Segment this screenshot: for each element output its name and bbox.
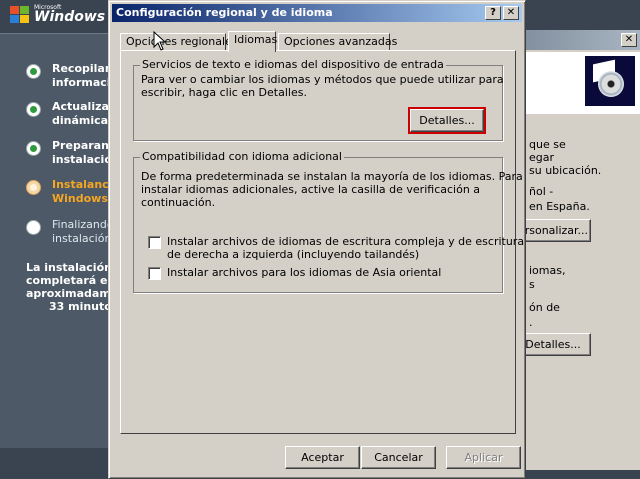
back-text: . [529, 316, 533, 329]
checkbox-box[interactable] [148, 267, 161, 280]
help-icon[interactable]: ? [485, 6, 501, 20]
tab-advanced-options[interactable]: Opciones avanzadas [278, 33, 397, 51]
back-text: su ubicación. [529, 164, 602, 177]
step-active-icon [26, 180, 41, 195]
back-text: iomas, [529, 264, 566, 277]
group-description: Para ver o cambiar los idiomas y métodos… [141, 73, 504, 99]
close-icon[interactable]: ✕ [621, 33, 637, 47]
regional-language-dialog: Configuración regional y de idioma ? ✕ O… [108, 0, 526, 479]
east-asian-checkbox[interactable]: Instalar archivos para los idiomas de As… [148, 266, 441, 280]
back-text: ón de [529, 301, 560, 314]
back-text: en España. [529, 200, 590, 213]
back-details-button[interactable]: Detalles... [515, 333, 591, 356]
group-title: Compatibilidad con idioma adicional [140, 150, 344, 163]
back-dialog-titlebar: ✕ [509, 30, 640, 50]
logo-windows: Windows [34, 9, 106, 25]
back-text: s [529, 278, 535, 291]
step-label: Actualizac dinámica [52, 100, 112, 127]
tab-languages[interactable]: Idiomas [228, 31, 277, 52]
tab-regional-options[interactable]: Opciones regionales [120, 33, 238, 51]
back-dialog: ✕ que se egar su ubicación. ñol - en Esp… [508, 30, 640, 470]
step-label: Instalanc Windows [52, 178, 109, 205]
step-pending-icon [26, 220, 41, 235]
checkbox-box[interactable] [148, 236, 161, 249]
step-done-icon [26, 141, 41, 156]
ok-button[interactable]: Aceptar [285, 446, 360, 469]
languages-panel: Servicios de texto e idiomas del disposi… [120, 50, 524, 434]
back-text: egar [529, 151, 555, 164]
checkbox-label[interactable]: Instalar archivos para los idiomas de As… [167, 266, 441, 279]
apply-button[interactable]: Aplicar [446, 446, 521, 469]
additional-language-group: Compatibilidad con idioma adicional De f… [133, 150, 524, 293]
mouse-pointer-icon [153, 31, 167, 51]
step-done-icon [26, 64, 41, 79]
group-description: De forma predeterminada se instalan la m… [141, 170, 523, 209]
back-text: ñol - [529, 185, 554, 198]
personalize-button[interactable]: ersonalizar... [515, 219, 591, 242]
setup-cd-icon [585, 56, 635, 106]
cancel-button[interactable]: Cancelar [361, 446, 436, 469]
step-label: Finalizando instalación [52, 218, 112, 245]
step-label: Recopilan informaci [52, 62, 112, 89]
dialog-title: Configuración regional y de idioma [116, 6, 333, 19]
complex-script-checkbox[interactable]: Instalar archivos de idiomas de escritur… [148, 235, 524, 261]
back-text: que se [529, 138, 566, 151]
setup-eta: La instalación completará en aproximadam… [26, 261, 110, 313]
close-icon[interactable]: ✕ [503, 6, 519, 20]
dialog-titlebar[interactable]: Configuración regional y de idioma ? ✕ [112, 4, 522, 22]
checkbox-label[interactable]: Instalar archivos de idiomas de escritur… [167, 235, 524, 261]
text-services-group: Servicios de texto e idiomas del disposi… [133, 58, 504, 141]
group-title: Servicios de texto e idiomas del disposi… [140, 58, 446, 71]
windows-flag-icon [10, 6, 30, 24]
details-button[interactable]: Detalles... [408, 107, 486, 134]
step-label: Preparanc instalació [52, 139, 112, 166]
step-done-icon [26, 102, 41, 117]
